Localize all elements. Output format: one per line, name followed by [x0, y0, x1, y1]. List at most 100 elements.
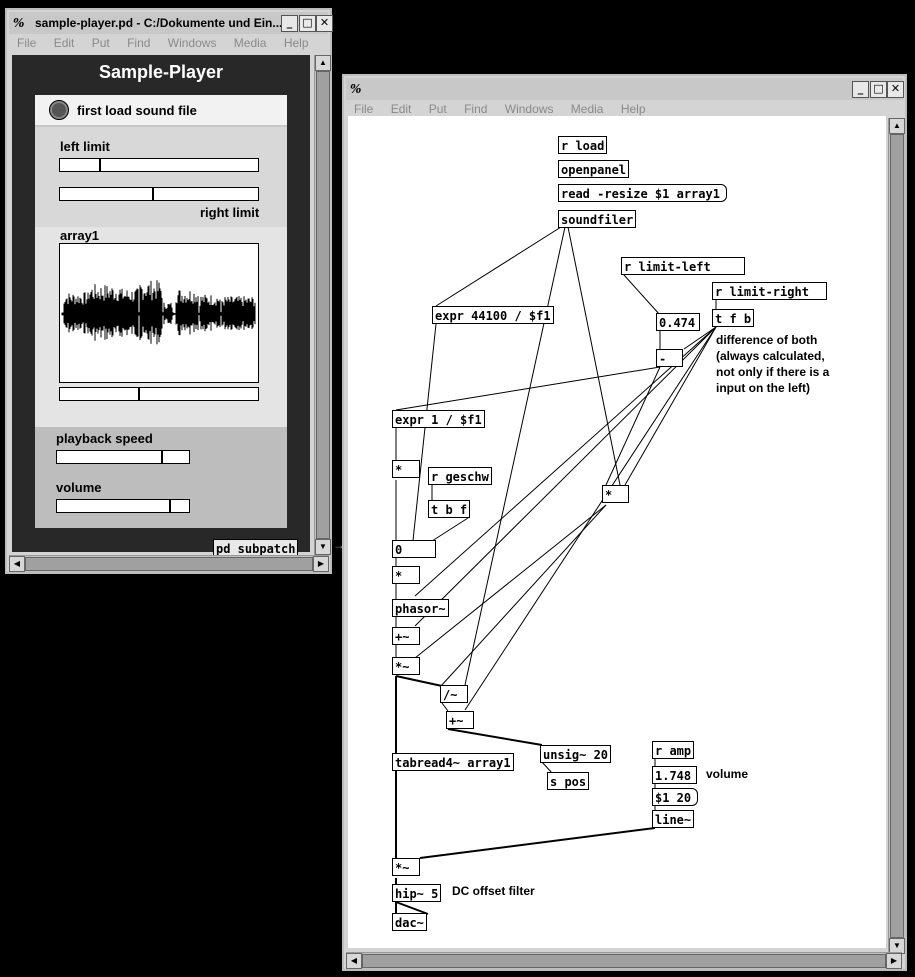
right-limit-label: right limit	[200, 205, 260, 220]
menu-windows[interactable]: Windows	[505, 102, 554, 116]
r-amp-object[interactable]: r amp	[652, 741, 695, 759]
control-panel: first load sound file left limit right l…	[35, 95, 287, 528]
r-geschw-object[interactable]: r geschw	[428, 467, 492, 485]
load-bang-button[interactable]	[49, 100, 69, 120]
minimize-icon[interactable]: _	[852, 81, 869, 98]
phasor-object[interactable]: phasor~	[392, 599, 449, 617]
menu-edit[interactable]: Edit	[54, 36, 75, 50]
line-tilde-object[interactable]: line~	[652, 810, 695, 828]
menu-put[interactable]: Put	[429, 102, 447, 116]
plus-tilde-object[interactable]: +~	[392, 627, 420, 645]
menu-put[interactable]: Put	[92, 36, 110, 50]
left-limit-knob[interactable]	[99, 159, 101, 171]
multiply-object-1[interactable]: *	[392, 460, 420, 478]
array-position-knob[interactable]	[138, 388, 140, 400]
horizontal-scroll-thumb[interactable]	[25, 557, 313, 571]
minus-object[interactable]: -	[656, 349, 683, 367]
multiply-tilde-output[interactable]: *~	[392, 858, 420, 876]
menu-file[interactable]: File	[354, 102, 373, 116]
scroll-down-icon[interactable]: ▼	[315, 539, 331, 555]
pd-logo-icon: %	[350, 82, 362, 96]
scroll-left-icon[interactable]: ◀	[9, 556, 25, 572]
title-bar-subpatch[interactable]: % _ □ ✕	[346, 78, 904, 100]
vertical-scrollbar[interactable]: ▲ ▼	[314, 55, 331, 555]
comment-difference-1: difference of both	[716, 333, 818, 347]
menu-help[interactable]: Help	[621, 102, 646, 116]
vertical-scroll-thumb[interactable]	[890, 134, 904, 938]
number-1748[interactable]: 1.748	[652, 766, 697, 784]
menu-help[interactable]: Help	[284, 36, 309, 50]
volume-label: volume	[56, 480, 102, 495]
comment-volume: volume	[706, 767, 749, 781]
t-b-f-object[interactable]: t b f	[428, 500, 471, 518]
close-icon[interactable]: ✕	[887, 81, 904, 98]
left-limit-slider[interactable]	[59, 158, 259, 172]
dac-object[interactable]: dac~	[392, 913, 427, 931]
menu-file[interactable]: File	[17, 36, 36, 50]
array-position-slider[interactable]	[59, 387, 259, 401]
close-icon[interactable]: ✕	[316, 15, 333, 32]
scroll-left-icon[interactable]: ◀	[346, 953, 362, 969]
multiply-object-right[interactable]: *	[602, 485, 629, 503]
vertical-scrollbar[interactable]: ▲ ▼	[888, 118, 905, 954]
menu-bar: File Edit Put Find Windows Media Help	[17, 36, 326, 54]
read-resize-message[interactable]: read -resize $1 array1	[558, 184, 727, 202]
subpatch-canvas[interactable]	[348, 116, 886, 948]
playback-speed-slider[interactable]	[56, 450, 190, 464]
panel-heading: Sample-Player	[98, 62, 224, 82]
comment-difference-4: input on the left)	[716, 381, 810, 395]
right-limit-slider[interactable]	[59, 187, 259, 201]
r-limit-right-object[interactable]: r limit-right	[712, 282, 827, 300]
menu-edit[interactable]: Edit	[391, 102, 412, 116]
scroll-right-icon[interactable]: ▶	[886, 953, 902, 969]
volume-knob[interactable]	[169, 500, 171, 512]
horizontal-scroll-thumb[interactable]	[362, 954, 886, 968]
menu-find[interactable]: Find	[464, 102, 487, 116]
comment-difference-3: not only if there is a	[716, 365, 830, 379]
multiply-tilde-object[interactable]: *~	[392, 657, 420, 675]
horizontal-scrollbar[interactable]: ◀ ▶	[9, 555, 329, 572]
r-limit-left-object[interactable]: r limit-left	[621, 257, 745, 275]
menu-windows[interactable]: Windows	[168, 36, 217, 50]
number-0[interactable]: 0	[392, 540, 436, 558]
sample-player-window: % sample-player.pd - C:/Dokumente und Ei…	[5, 8, 333, 574]
menu-find[interactable]: Find	[127, 36, 150, 50]
hip-object[interactable]: hip~ 5	[392, 884, 442, 902]
right-limit-knob[interactable]	[152, 188, 154, 200]
t-f-b-object[interactable]: t f b	[712, 309, 755, 327]
divide-tilde-object[interactable]: /~	[440, 685, 468, 703]
maximize-icon[interactable]: □	[299, 15, 316, 32]
title-bar[interactable]: % sample-player.pd - C:/Dokumente und Ei…	[9, 12, 333, 34]
scroll-right-icon[interactable]: ▶	[313, 556, 329, 572]
openpanel-object[interactable]: openpanel	[558, 160, 630, 178]
plus-tilde-object-2[interactable]: +~	[446, 711, 474, 729]
scroll-up-icon[interactable]: ▲	[889, 118, 905, 134]
playback-speed-knob[interactable]	[161, 451, 163, 463]
s-pos-object[interactable]: s pos	[547, 772, 590, 790]
patch-canvas[interactable]: Sample-Player first load sound file left…	[12, 55, 310, 557]
expr-1-object[interactable]: expr 1 / $f1	[392, 410, 485, 428]
r-load-object[interactable]: r load	[558, 136, 608, 154]
window-title: sample-player.pd - C:/Dokumente und Ein.…	[35, 16, 283, 30]
volume-slider[interactable]	[56, 499, 190, 513]
multiply-object-2[interactable]: *	[392, 566, 420, 584]
expr-44100-object[interactable]: expr 44100 / $f1	[432, 306, 554, 324]
menu-media[interactable]: Media	[234, 36, 267, 50]
playback-speed-label: playback speed	[56, 431, 153, 446]
msg-1-20[interactable]: $1 20	[652, 788, 699, 806]
number-0474[interactable]: 0.474	[656, 313, 700, 331]
array-label: array1	[60, 228, 100, 243]
vertical-scroll-thumb[interactable]	[316, 71, 330, 539]
menu-media[interactable]: Media	[571, 102, 604, 116]
maximize-icon[interactable]: □	[870, 81, 887, 98]
waveform	[61, 280, 256, 345]
scroll-up-icon[interactable]: ▲	[315, 55, 331, 71]
comment-dc-offset: DC offset filter	[452, 884, 535, 898]
comment-difference-2: (always calculated,	[716, 349, 825, 363]
horizontal-scrollbar[interactable]: ◀ ▶	[346, 952, 902, 969]
tabread-object[interactable]: tabread4~ array1	[392, 753, 514, 771]
unsig-object[interactable]: unsig~ 20	[540, 745, 612, 763]
array-display[interactable]	[59, 243, 259, 383]
soundfiler-object[interactable]: soundfiler	[558, 210, 637, 228]
minimize-icon[interactable]: _	[281, 15, 298, 32]
